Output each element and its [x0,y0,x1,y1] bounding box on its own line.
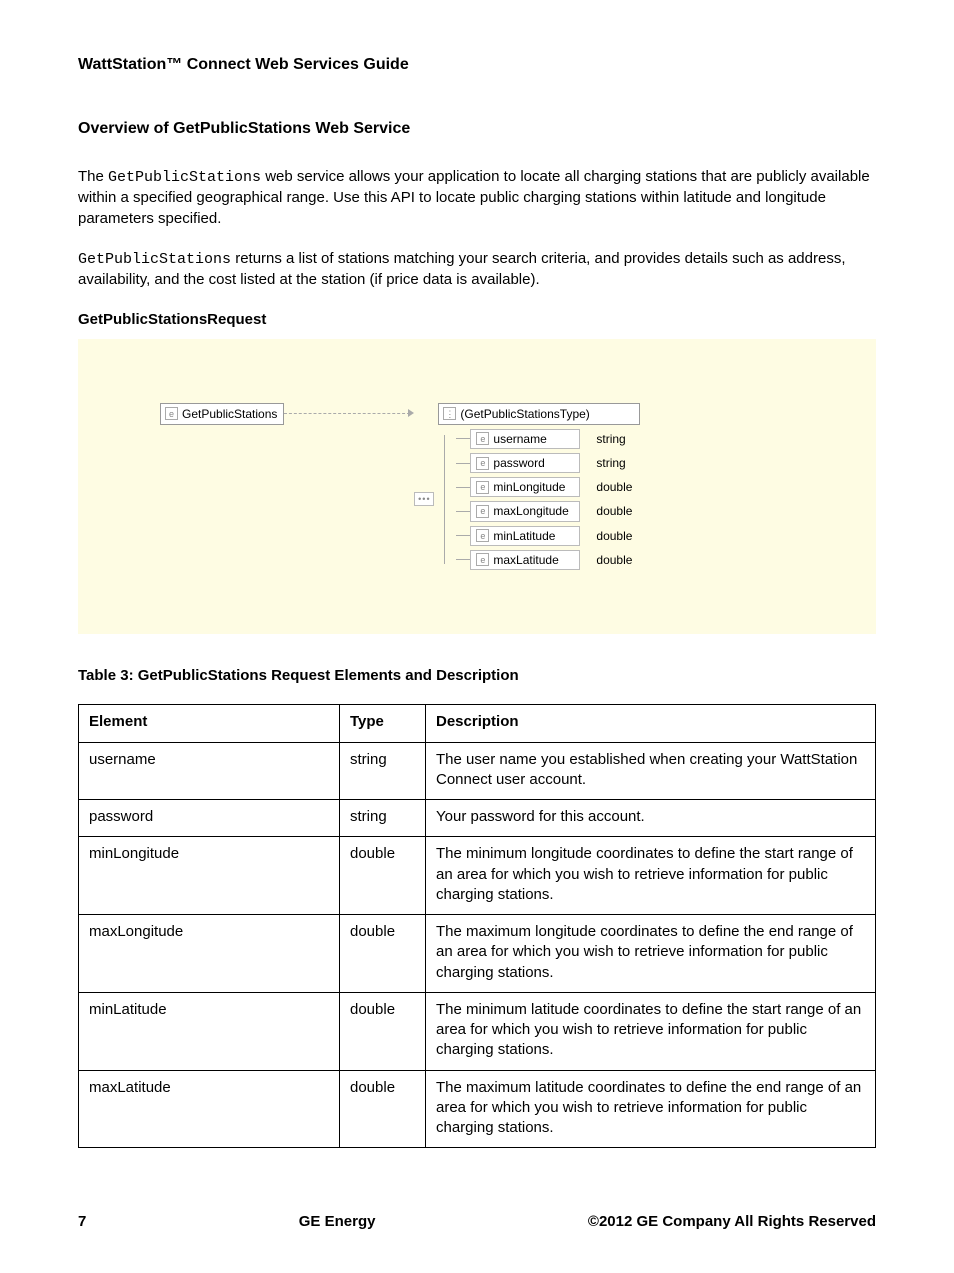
code-inline: GetPublicStations [78,251,231,268]
element-icon: e [476,529,489,542]
element-icon: e [476,481,489,494]
element-icon: e [476,505,489,518]
cell-type: double [340,1070,426,1148]
table-row: maxLatitudedoubleThe maximum latitude co… [79,1070,876,1148]
section-heading: Overview of GetPublicStations Web Servic… [78,118,876,140]
schema-root-label: GetPublicStations [182,406,277,422]
element-icon: e [476,457,489,470]
schema-field-node: e minLatitude [470,526,580,546]
cell-type: string [340,742,426,800]
connector-line [456,438,470,439]
schema-field-row: e password string [456,453,640,473]
element-icon: e [476,553,489,566]
sequence-icon: ••• [414,492,434,506]
cell-element: username [79,742,340,800]
schema-field-type: double [596,479,640,495]
schema-field-name: password [493,455,544,471]
schema-field-row: e username string [456,429,640,449]
schema-field-row: e minLatitude double [456,526,640,546]
schema-field-type: double [596,528,640,544]
request-heading: GetPublicStationsRequest [78,310,876,330]
cell-description: The user name you established when creat… [426,742,876,800]
cell-description: Your password for this account. [426,800,876,837]
cell-description: The maximum latitude coordinates to defi… [426,1070,876,1148]
schema-type-label: (GetPublicStationsType) [460,406,589,422]
table-header-desc: Description [426,705,876,742]
cell-element: maxLongitude [79,915,340,993]
connector-line [456,487,470,488]
schema-field-name: username [493,431,546,447]
intro-paragraph-1: The GetPublicStations web service allows… [78,167,876,229]
page-footer: 7 GE Energy ©2012 GE Company All Rights … [78,1212,876,1232]
schema-field-name: maxLatitude [493,552,558,568]
cell-description: The minimum longitude coordinates to def… [426,837,876,915]
cell-type: double [340,915,426,993]
table-row: maxLongitudedoubleThe maximum longitude … [79,915,876,993]
connector-line [456,559,470,560]
schema-field-name: minLongitude [493,479,565,495]
document-title: WattStation™ Connect Web Services Guide [78,54,876,76]
schema-type-node: ⋮ (GetPublicStationsType) [438,403,640,425]
connector-line [456,535,470,536]
table-header-element: Element [79,705,340,742]
footer-company: GE Energy [299,1212,376,1232]
schema-field-node: e minLongitude [470,477,580,497]
cell-element: password [79,800,340,837]
cell-element: maxLatitude [79,1070,340,1148]
bracket-icon [434,435,456,564]
schema-root-node: e GetPublicStations [160,403,284,425]
schema-field-node: e password [470,453,580,473]
schema-field-type: string [596,455,640,471]
schema-field-type: double [596,503,640,519]
cell-type: string [340,800,426,837]
schema-field-row: e maxLongitude double [456,501,640,521]
cell-type: double [340,992,426,1070]
arrow-icon [284,403,414,423]
connector-line [456,511,470,512]
schema-diagram: e GetPublicStations ⋮ (GetPublicStations… [78,339,876,634]
schema-field-type: string [596,431,640,447]
table-row: minLongitudedoubleThe minimum longitude … [79,837,876,915]
table-row: passwordstringYour password for this acc… [79,800,876,837]
intro-paragraph-2: GetPublicStations returns a list of stat… [78,249,876,291]
cell-element: minLongitude [79,837,340,915]
schema-field-row: e maxLatitude double [456,550,640,570]
cell-type: double [340,837,426,915]
schema-field-node: e maxLatitude [470,550,580,570]
type-icon: ⋮ [443,407,456,420]
footer-copyright: ©2012 GE Company All Rights Reserved [588,1212,876,1232]
table-header-type: Type [340,705,426,742]
cell-description: The maximum longitude coordinates to def… [426,915,876,993]
schema-field-node: e maxLongitude [470,501,580,521]
code-inline: GetPublicStations [108,169,261,186]
schema-field-type: double [596,552,640,568]
schema-field-name: maxLongitude [493,503,568,519]
schema-field-node: e username [470,429,580,449]
schema-field-name: minLatitude [493,528,555,544]
element-icon: e [165,407,178,420]
text: The [78,168,108,185]
request-elements-table: Element Type Description usernamestringT… [78,704,876,1148]
cell-element: minLatitude [79,992,340,1070]
schema-field-row: e minLongitude double [456,477,640,497]
element-icon: e [476,432,489,445]
table-row: minLatitudedoubleThe minimum latitude co… [79,992,876,1070]
footer-page-number: 7 [78,1212,86,1232]
table-caption: Table 3: GetPublicStations Request Eleme… [78,666,876,686]
cell-description: The minimum latitude coordinates to defi… [426,992,876,1070]
connector-line [456,463,470,464]
table-row: usernamestringThe user name you establis… [79,742,876,800]
